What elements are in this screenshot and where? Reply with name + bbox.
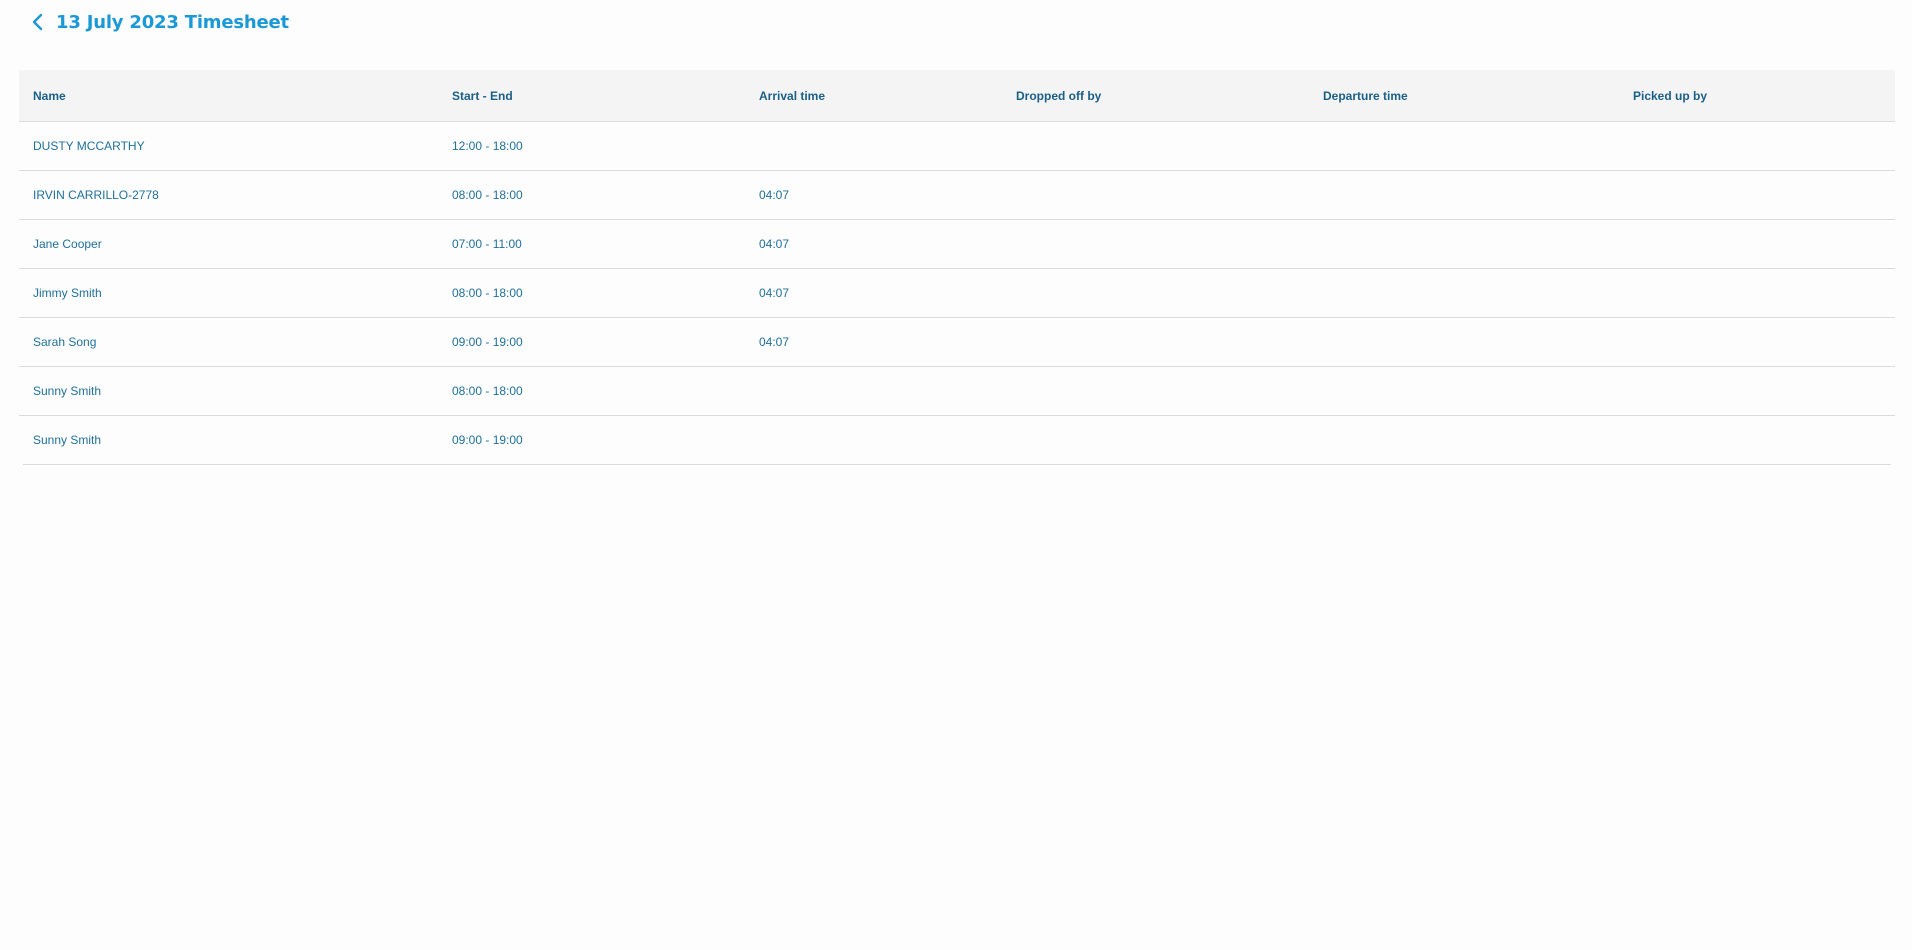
table-row[interactable]: Jimmy Smith 08:00 - 18:00 04:07 [19,269,1895,318]
row-start-end: 08:00 - 18:00 [452,384,523,398]
table-row[interactable]: Jane Cooper 07:00 - 11:00 04:07 [19,220,1895,269]
column-header-name[interactable]: Name [33,70,66,121]
row-start-end: 08:00 - 18:00 [452,188,523,202]
row-arrival-time: 04:07 [759,335,790,349]
row-arrival-time: 04:07 [759,286,790,300]
chevron-left-icon [32,13,43,31]
row-name[interactable]: Jane Cooper [33,220,102,268]
page-header: 13 July 2023 Timesheet [28,10,289,34]
timesheet-page: 13 July 2023 Timesheet Name Start - End … [0,0,1912,950]
row-start-end: 08:00 - 18:00 [452,286,523,300]
row-name[interactable]: Sunny Smith [33,416,101,464]
row-name[interactable]: IRVIN CARRILLO-2778 [33,171,159,219]
table-row[interactable]: Sarah Song 09:00 - 19:00 04:07 [19,318,1895,367]
table-row[interactable]: IRVIN CARRILLO-2778 08:00 - 18:00 04:07 [19,171,1895,220]
row-arrival-time: 04:07 [759,237,790,251]
table-row[interactable]: DUSTY MCCARTHY 12:00 - 18:00 [19,122,1895,171]
column-header-dropped-off-by[interactable]: Dropped off by [1016,70,1101,121]
column-header-start-end[interactable]: Start - End [452,70,513,121]
table-row[interactable]: Sunny Smith 09:00 - 19:00 [23,416,1891,465]
column-header-picked-up-by[interactable]: Picked up by [1633,70,1707,121]
timesheet-table: Name Start - End Arrival time Dropped of… [19,70,1895,465]
row-name[interactable]: Jimmy Smith [33,269,102,317]
row-start-end: 12:00 - 18:00 [452,139,523,153]
table-row[interactable]: Sunny Smith 08:00 - 18:00 [19,367,1895,416]
row-name[interactable]: Sarah Song [33,318,96,366]
back-button[interactable] [28,10,46,34]
row-name[interactable]: Sunny Smith [33,367,101,415]
row-start-end: 09:00 - 19:00 [452,433,523,447]
row-start-end: 09:00 - 19:00 [452,335,523,349]
column-header-arrival-time[interactable]: Arrival time [759,70,825,121]
row-arrival-time: 04:07 [759,188,790,202]
page-title: 13 July 2023 Timesheet [56,11,289,33]
row-name[interactable]: DUSTY MCCARTHY [33,122,145,170]
row-start-end: 07:00 - 11:00 [452,237,522,251]
table-header: Name Start - End Arrival time Dropped of… [19,70,1895,122]
column-header-departure-time[interactable]: Departure time [1323,70,1408,121]
